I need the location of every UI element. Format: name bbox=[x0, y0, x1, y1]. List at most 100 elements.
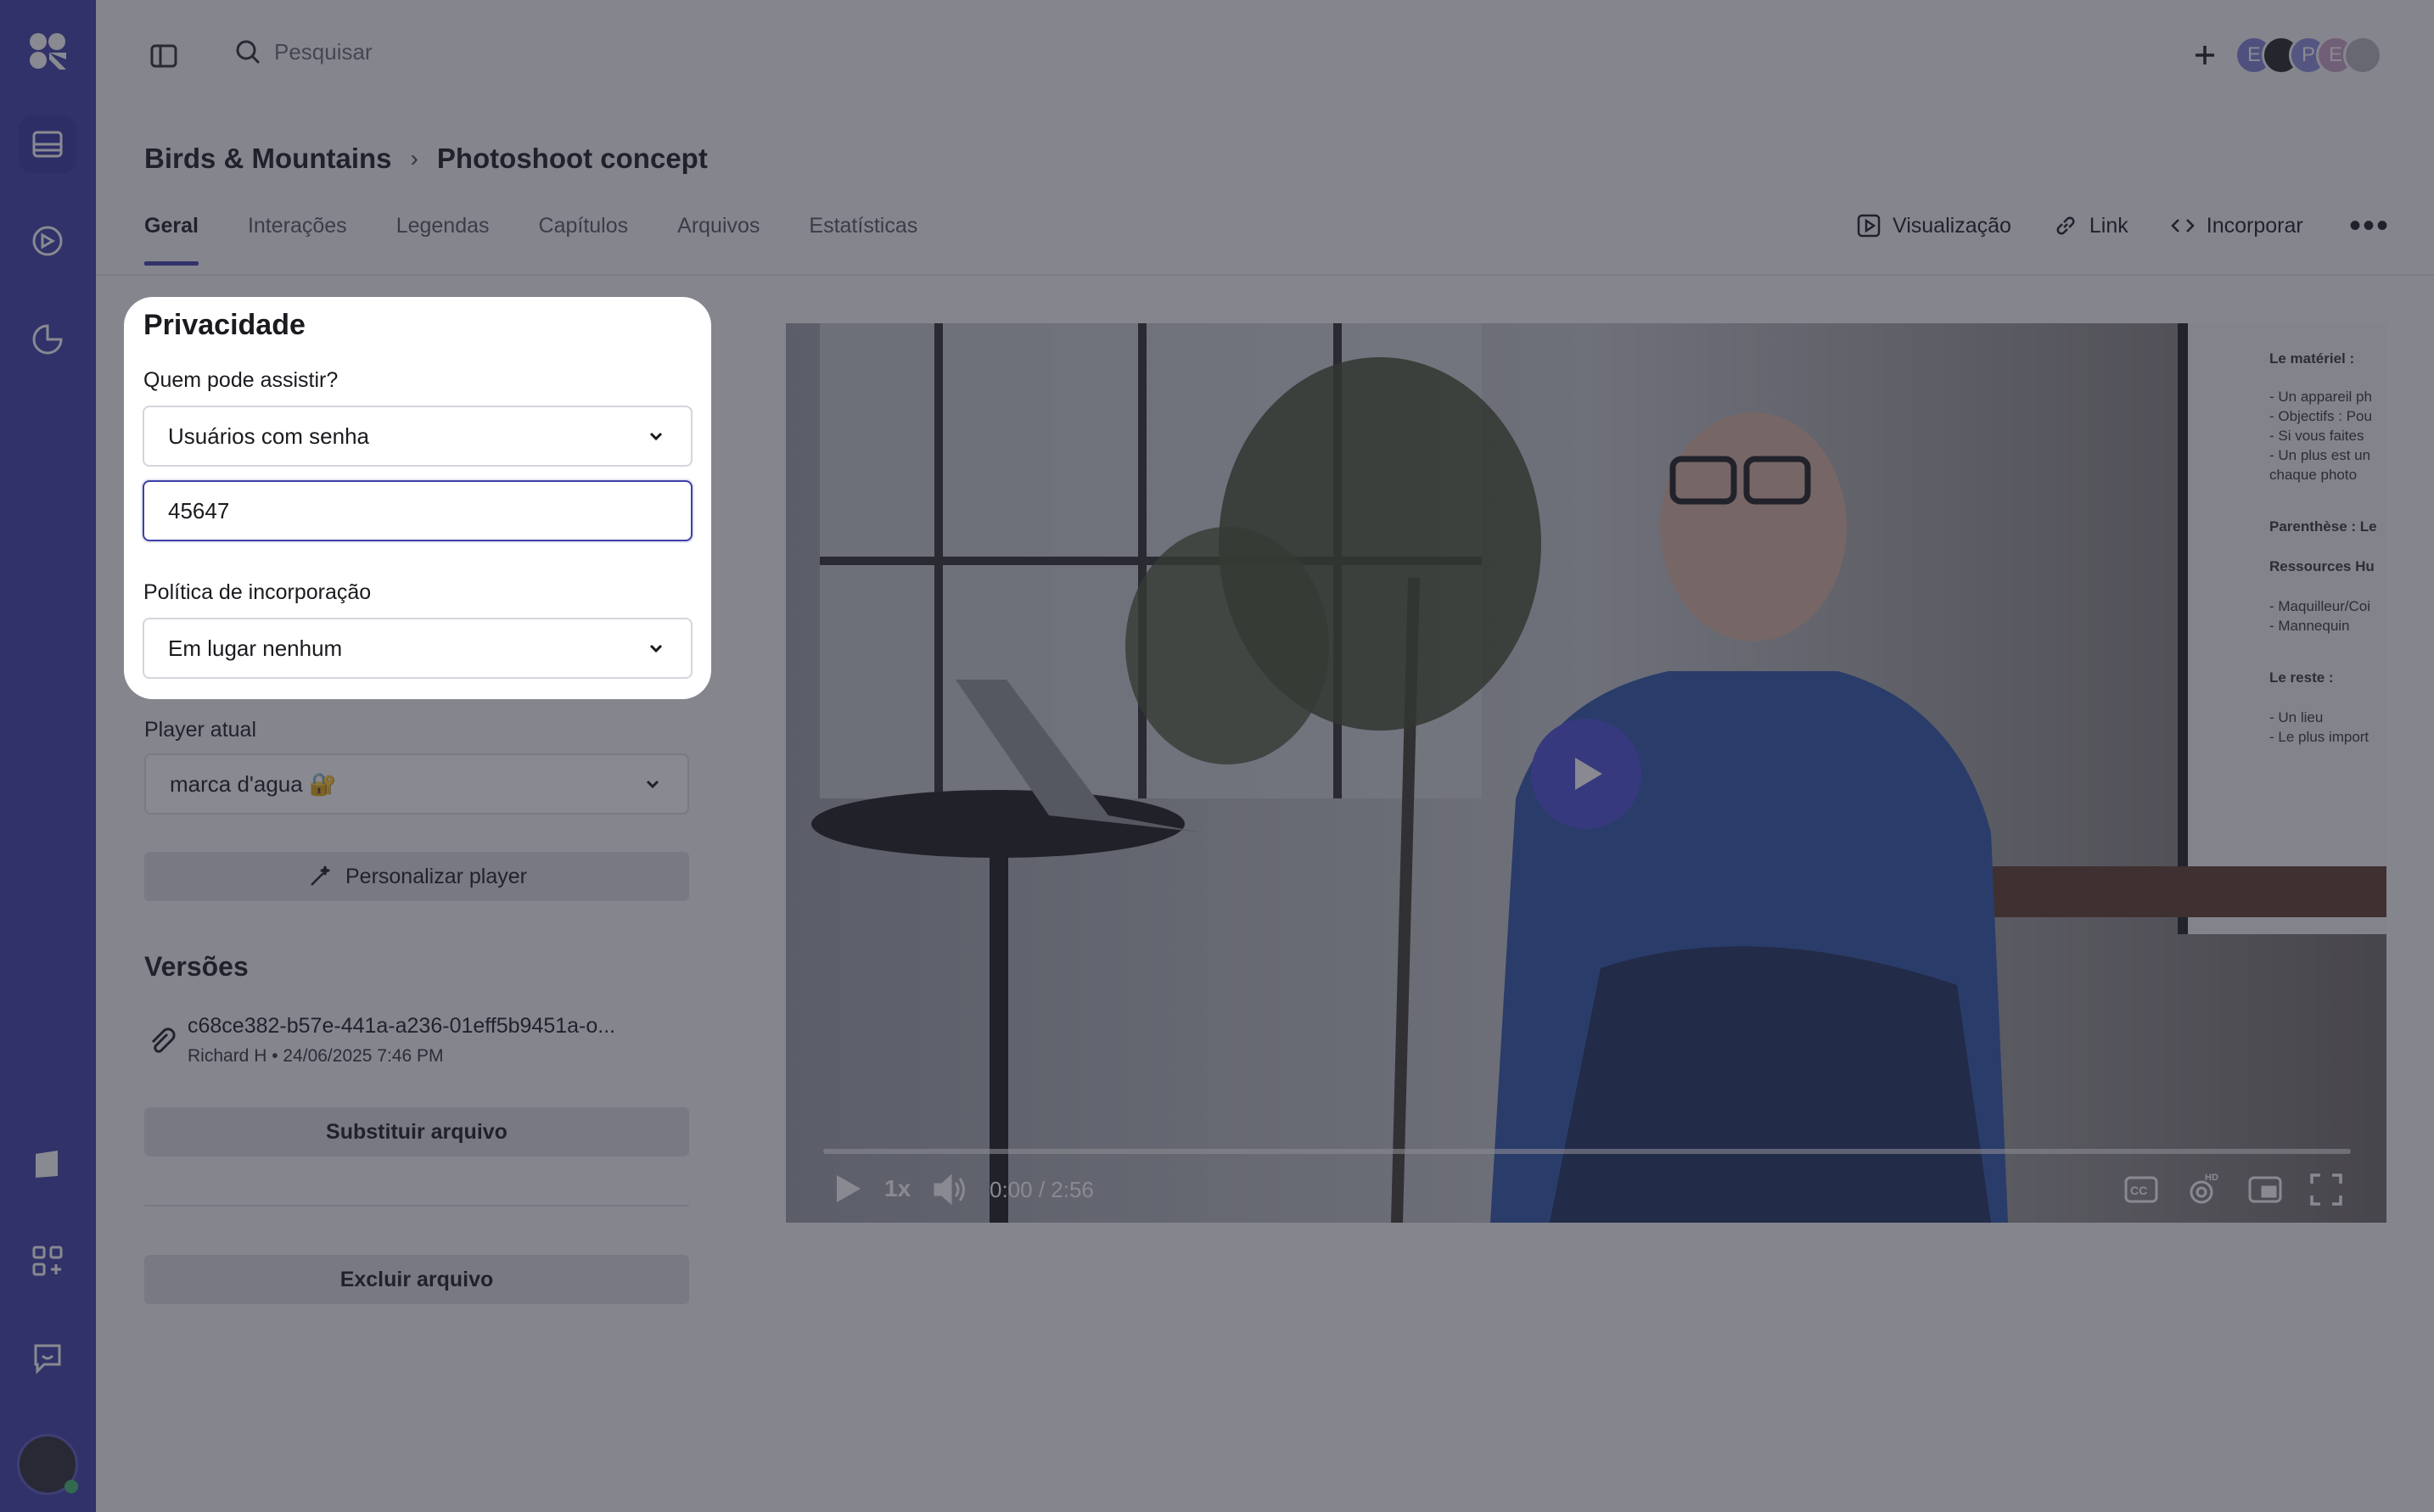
fullscreen-icon[interactable] bbox=[2308, 1172, 2344, 1207]
collaborator-avatars: E P E bbox=[2235, 36, 2382, 75]
whiteboard-line: chaque photo bbox=[2269, 467, 2358, 483]
whiteboard-line: Parenthèse : Le bbox=[2269, 518, 2377, 535]
whiteboard-line: Le reste : bbox=[2269, 669, 2334, 686]
nav-library[interactable] bbox=[19, 115, 76, 173]
embed-policy-label: Política de incorporação bbox=[143, 580, 372, 604]
delete-file-button[interactable]: Excluir arquivo bbox=[144, 1255, 689, 1304]
broadcast-icon bbox=[32, 226, 63, 256]
link-icon bbox=[2056, 216, 2075, 235]
whiteboard-line: Le matériel : bbox=[2269, 350, 2355, 367]
volume-icon[interactable] bbox=[930, 1170, 969, 1209]
progress-bar[interactable] bbox=[823, 1149, 2351, 1154]
page-title: Photoshoot concept bbox=[436, 143, 708, 174]
chevron-down-icon bbox=[649, 432, 663, 441]
play-icon[interactable] bbox=[830, 1172, 864, 1206]
replace-file-button[interactable]: Substituir arquivo bbox=[144, 1107, 689, 1156]
whiteboard-line: - Le plus import bbox=[2269, 729, 2370, 745]
whiteboard-line: - Un lieu bbox=[2269, 709, 2324, 725]
video-player[interactable]: Le matériel : - Un appareil ph - Objecti… bbox=[786, 323, 2386, 1223]
customize-player-button[interactable]: Personalizar player bbox=[144, 852, 689, 901]
quality-settings-icon[interactable]: HD bbox=[2184, 1170, 2222, 1207]
version-file-name[interactable]: c68ce382-b57e-441a-a236-01eff5b9451a-o..… bbox=[188, 1014, 615, 1039]
book-icon bbox=[36, 1151, 58, 1178]
divider bbox=[144, 1205, 689, 1207]
breadcrumb-separator: › bbox=[410, 145, 418, 171]
whiteboard-line: - Si vous faites bbox=[2269, 428, 2364, 444]
apps-add-icon bbox=[32, 1246, 63, 1276]
big-play-button[interactable] bbox=[1531, 719, 1641, 829]
who-can-watch-value: Usuários com senha bbox=[168, 423, 369, 449]
nav-docs[interactable] bbox=[19, 1135, 76, 1193]
password-input[interactable]: 45647 bbox=[143, 480, 693, 541]
whiteboard-line: Ressources Hu bbox=[2269, 558, 2375, 574]
play-icon bbox=[1575, 758, 1602, 790]
whiteboard-line: - Objectifs : Pou bbox=[2269, 408, 2372, 424]
tab-statistics[interactable]: Estatísticas bbox=[809, 214, 917, 266]
whiteboard-line: - Un plus est un bbox=[2269, 447, 2371, 463]
embed-label: Incorporar bbox=[2206, 213, 2303, 238]
top-bar: Pesquisar E P E bbox=[96, 0, 2434, 110]
search-bar[interactable]: Pesquisar bbox=[233, 37, 373, 66]
breadcrumb-folder[interactable]: Birds & Mountains bbox=[144, 143, 392, 175]
tab-chapters[interactable]: Capítulos bbox=[539, 214, 629, 266]
player-select-value: marca d'agua 🔐 bbox=[170, 770, 337, 797]
customize-player-label: Personalizar player bbox=[345, 864, 527, 888]
player-select[interactable]: marca d'agua 🔐 bbox=[144, 753, 689, 815]
embed-policy-select[interactable]: Em lugar nenhum bbox=[143, 618, 693, 679]
nav-integrations[interactable] bbox=[19, 1232, 76, 1290]
player-label: Player atual bbox=[144, 718, 257, 742]
version-file-meta: Richard H • 24/06/2025 7:46 PM bbox=[188, 1046, 444, 1066]
versions-title: Versões bbox=[144, 951, 249, 982]
app-logo-icon[interactable] bbox=[19, 22, 76, 80]
captions-icon[interactable]: CC bbox=[2123, 1173, 2159, 1206]
privacy-title: Privacidade bbox=[143, 309, 306, 341]
tab-bar: Geral Interações Legendas Capítulos Arqu… bbox=[144, 214, 917, 266]
chevron-down-icon bbox=[646, 780, 659, 789]
svg-text:HD: HD bbox=[2205, 1173, 2218, 1183]
whiteboard-line: - Maquilleur/Coi bbox=[2269, 598, 2371, 614]
link-label: Link bbox=[2089, 213, 2128, 238]
logo-icon bbox=[30, 33, 66, 70]
sidebar-toggle-icon[interactable] bbox=[147, 39, 181, 73]
magic-wand-icon bbox=[311, 865, 330, 886]
who-can-watch-select[interactable]: Usuários com senha bbox=[143, 406, 693, 467]
online-status-dot bbox=[64, 1480, 78, 1493]
nav-chat[interactable] bbox=[19, 1329, 76, 1386]
breadcrumb: Birds & Mountains › Photoshoot concept bbox=[144, 143, 708, 175]
tab-files[interactable]: Arquivos bbox=[677, 214, 760, 266]
add-button[interactable] bbox=[2186, 36, 2224, 74]
code-icon bbox=[2171, 219, 2195, 232]
link-button[interactable]: Link bbox=[2052, 212, 2128, 239]
avatar[interactable] bbox=[2343, 36, 2382, 75]
preview-label: Visualização bbox=[1893, 213, 2011, 238]
chat-icon bbox=[34, 1344, 61, 1375]
library-icon bbox=[32, 131, 63, 158]
search-icon bbox=[236, 40, 261, 64]
nav-analytics[interactable] bbox=[19, 311, 76, 368]
tab-general[interactable]: Geral bbox=[144, 214, 199, 266]
whiteboard-line: - Un appareil ph bbox=[2269, 389, 2372, 405]
picture-in-picture-icon[interactable] bbox=[2247, 1173, 2283, 1206]
preview-button[interactable]: Visualização bbox=[1855, 212, 2011, 239]
playback-speed[interactable]: 1x bbox=[884, 1175, 911, 1202]
chevron-down-icon bbox=[649, 644, 663, 653]
left-rail bbox=[0, 0, 96, 1512]
svg-text:CC: CC bbox=[2130, 1184, 2147, 1197]
time-display: 0:00 / 2:56 bbox=[990, 1177, 1094, 1202]
who-can-watch-label: Quem pode assistir? bbox=[143, 368, 339, 392]
tab-subtitles[interactable]: Legendas bbox=[396, 214, 490, 266]
header-actions: Visualização Link Incorporar bbox=[1855, 212, 2303, 239]
analytics-icon bbox=[32, 324, 63, 355]
nav-live[interactable] bbox=[19, 212, 76, 270]
paperclip-icon bbox=[151, 1028, 176, 1053]
embed-button[interactable]: Incorporar bbox=[2169, 212, 2303, 239]
tab-interactions[interactable]: Interações bbox=[248, 214, 347, 266]
whiteboard-line: - Mannequin bbox=[2269, 618, 2350, 634]
more-options-icon[interactable]: ••• bbox=[2349, 209, 2390, 243]
privacy-card: Privacidade Quem pode assistir? Usuários… bbox=[124, 297, 711, 699]
whiteboard-notes: Le matériel : - Un appareil ph - Objecti… bbox=[2269, 349, 2386, 747]
play-square-icon bbox=[1857, 214, 1881, 238]
embed-policy-value: Em lugar nenhum bbox=[168, 635, 343, 661]
plus-icon bbox=[2196, 46, 2214, 64]
search-placeholder: Pesquisar bbox=[274, 38, 373, 64]
